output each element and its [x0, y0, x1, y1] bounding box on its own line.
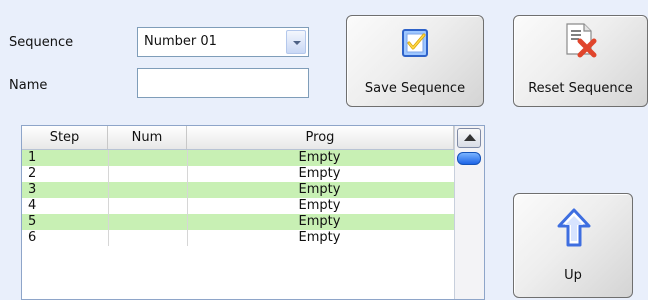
- cell-num: [108, 182, 188, 198]
- table-row[interactable]: 2 Empty: [22, 166, 454, 182]
- checklist-icon: [402, 29, 428, 57]
- name-input[interactable]: [137, 68, 309, 98]
- cell-prog: Empty: [298, 230, 341, 245]
- reset-sequence-button[interactable]: Reset Sequence: [513, 15, 648, 107]
- cell-num: [108, 166, 188, 182]
- scroll-up-icon[interactable]: [457, 128, 481, 148]
- up-button-label: Up: [564, 268, 582, 283]
- table-row[interactable]: 1 Empty: [22, 150, 454, 166]
- cell-prog: Empty: [298, 150, 341, 165]
- up-button[interactable]: Up: [513, 193, 633, 298]
- cell-num: [108, 214, 188, 230]
- sequence-select-value: Number 01: [144, 34, 217, 49]
- table-header: Step Num Prog: [22, 126, 454, 150]
- cell-step: 4: [28, 198, 37, 213]
- cell-step: 6: [28, 230, 37, 245]
- sequence-select[interactable]: Number 01: [137, 27, 309, 57]
- table-row[interactable]: 5 Empty: [22, 214, 454, 230]
- table-row[interactable]: 6 Empty: [22, 230, 454, 246]
- reset-sequence-label: Reset Sequence: [528, 81, 633, 96]
- chevron-down-icon[interactable]: [286, 30, 306, 54]
- cell-num: [108, 198, 188, 214]
- cell-prog: Empty: [298, 166, 341, 181]
- column-header-step[interactable]: Step: [22, 126, 108, 149]
- save-sequence-button[interactable]: Save Sequence: [346, 15, 484, 107]
- cell-prog: Empty: [298, 198, 341, 213]
- table-scrollbar[interactable]: [454, 126, 484, 299]
- column-header-num[interactable]: Num: [108, 126, 187, 149]
- name-label: Name: [9, 78, 48, 93]
- save-sequence-label: Save Sequence: [364, 81, 466, 96]
- sequence-label: Sequence: [9, 35, 74, 50]
- cell-prog: Empty: [298, 182, 341, 197]
- cell-step: 3: [28, 182, 37, 197]
- cell-step: 1: [28, 150, 37, 165]
- cell-prog: Empty: [298, 214, 341, 229]
- scroll-thumb[interactable]: [457, 152, 481, 165]
- cell-step: 2: [28, 166, 37, 181]
- sequence-table[interactable]: Step Num Prog 1 Empty 2 Empty 3 Empty 4 …: [21, 125, 485, 300]
- cell-num: [108, 230, 188, 246]
- up-arrow-icon: [557, 208, 591, 247]
- cell-num: [108, 150, 188, 166]
- table-row[interactable]: 4 Empty: [22, 198, 454, 214]
- document-delete-icon: [566, 23, 597, 58]
- cell-step: 5: [28, 214, 37, 229]
- column-header-prog[interactable]: Prog: [187, 126, 454, 149]
- table-row[interactable]: 3 Empty: [22, 182, 454, 198]
